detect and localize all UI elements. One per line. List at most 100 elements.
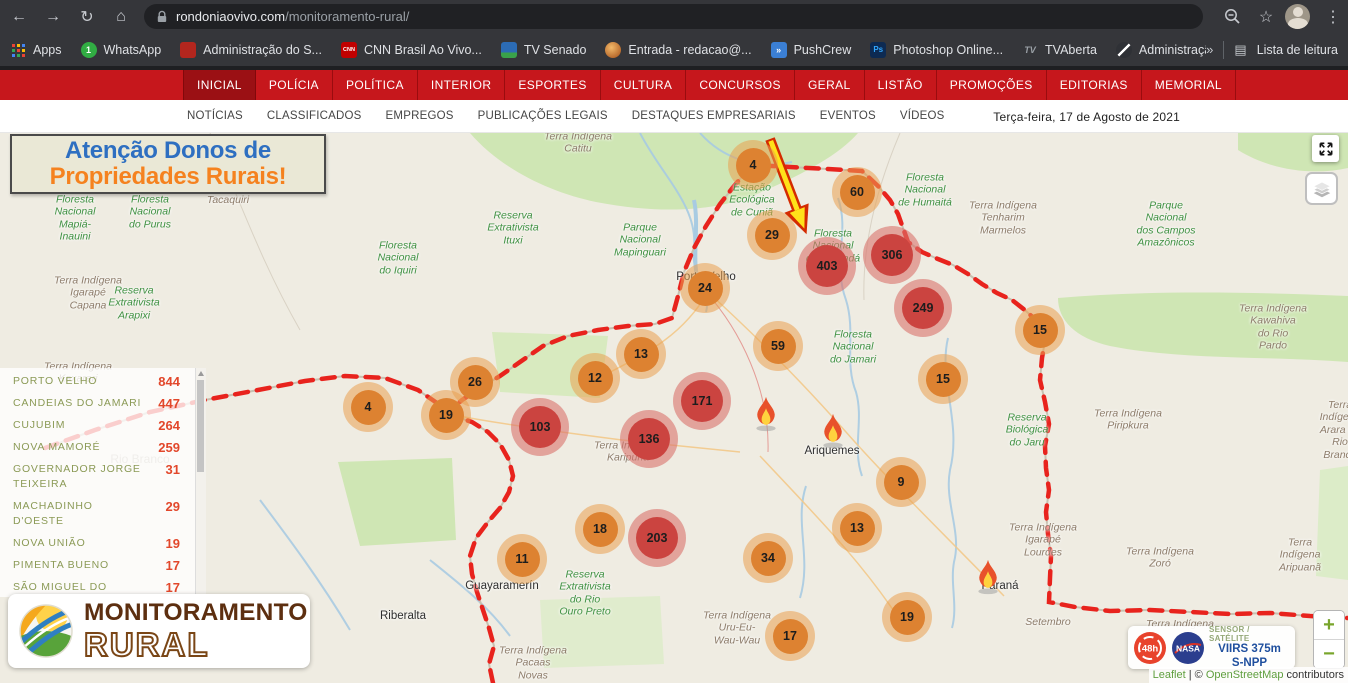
fire-count: 29	[166, 499, 180, 514]
badge-48h-text: 48h	[1142, 643, 1159, 654]
reading-list-label[interactable]: Lista de leitura	[1257, 43, 1338, 57]
fire-cluster-marker[interactable]: 12	[570, 353, 620, 403]
attribution-contributors: contributors	[1283, 669, 1344, 681]
primary-nav-item[interactable]: GERAL	[795, 70, 865, 100]
bookmarks-overflow-chevron-icon[interactable]: »	[1206, 42, 1213, 57]
map-area[interactable]: Terra Indígena CatituFloresta Nacional M…	[0, 133, 1348, 683]
list-scrollbar[interactable]	[195, 368, 206, 597]
fire-cluster-marker[interactable]: 11	[497, 534, 547, 584]
layers-button[interactable]	[1305, 172, 1338, 205]
fire-marker[interactable]	[974, 558, 1002, 600]
bookmark-item[interactable]: TVTVAberta	[1022, 42, 1097, 58]
primary-nav-item[interactable]: INICIAL	[183, 70, 256, 100]
back-button[interactable]: ←	[4, 4, 34, 30]
fire-marker[interactable]	[752, 395, 780, 437]
fire-cluster-marker[interactable]: 19	[421, 390, 471, 440]
bookmark-label: Administração do S...	[1139, 43, 1206, 57]
fire-cluster-marker[interactable]: 60	[832, 167, 882, 217]
bookmark-item[interactable]: 1WhatsApp	[81, 42, 162, 58]
cluster-count: 59	[761, 329, 796, 364]
fire-marker[interactable]	[819, 412, 847, 454]
zoom-indicator-icon[interactable]	[1217, 4, 1247, 30]
leaflet-link[interactable]: Leaflet	[1153, 669, 1186, 681]
primary-nav-item[interactable]: EDITORIAS	[1047, 70, 1142, 100]
fire-cluster-marker[interactable]: 17	[765, 611, 815, 661]
bookmark-item[interactable]: CNNCNN Brasil Ao Vivo...	[341, 42, 482, 58]
fire-cluster-marker[interactable]: 13	[616, 329, 666, 379]
forward-button[interactable]: →	[38, 4, 68, 30]
fire-cluster-marker[interactable]: 4	[728, 140, 778, 190]
primary-nav-item[interactable]: LISTÃO	[865, 70, 937, 100]
fire-cluster-marker[interactable]: 103	[511, 398, 569, 456]
secondary-nav-item[interactable]: VÍDEOS	[900, 110, 945, 122]
sensor-card-title: SENSOR / SATÉLITE	[1209, 625, 1290, 643]
city-fire-row[interactable]: PORTO VELHO844	[0, 374, 206, 389]
openstreetmap-link[interactable]: OpenStreetMap	[1206, 669, 1284, 681]
secondary-nav-item[interactable]: PUBLICAÇÕES LEGAIS	[478, 110, 608, 122]
bookmark-star-button[interactable]: ☆	[1251, 4, 1281, 30]
bookmark-item[interactable]: TV Senado	[501, 42, 587, 58]
fullscreen-button[interactable]	[1312, 135, 1339, 162]
site-favicon-red-icon	[180, 42, 196, 58]
secondary-nav-item[interactable]: DESTAQUES EMPRESARIAIS	[632, 110, 796, 122]
scrollbar-thumb[interactable]	[197, 380, 204, 472]
secondary-nav-item[interactable]: EMPREGOS	[386, 110, 454, 122]
pushcrew-icon: »	[771, 42, 787, 58]
fire-cluster-marker[interactable]: 171	[673, 372, 731, 430]
fire-cluster-marker[interactable]: 59	[753, 321, 803, 371]
city-name: PORTO VELHO	[13, 374, 97, 389]
primary-nav-item[interactable]: PROMOÇÕES	[937, 70, 1047, 100]
profile-avatar[interactable]	[1285, 4, 1310, 29]
fire-cluster-marker[interactable]: 249	[894, 279, 952, 337]
secondary-nav-item[interactable]: EVENTOS	[820, 110, 876, 122]
primary-nav-item[interactable]: CULTURA	[601, 70, 687, 100]
fire-cluster-marker[interactable]: 34	[743, 533, 793, 583]
scroll-up-icon[interactable]	[198, 371, 204, 376]
whatsapp-badge-icon: 1	[81, 42, 97, 58]
secondary-nav-item[interactable]: NOTÍCIAS	[187, 110, 243, 122]
fire-cluster-marker[interactable]: 18	[575, 504, 625, 554]
primary-nav-item[interactable]: ESPORTES	[505, 70, 600, 100]
fire-cluster-marker[interactable]: 4	[343, 382, 393, 432]
bookmark-item[interactable]: Entrada - redacao@...	[605, 42, 751, 58]
primary-nav-item[interactable]: CONCURSOS	[686, 70, 795, 100]
zoom-in-button[interactable]: +	[1314, 611, 1344, 639]
fire-cluster-marker[interactable]: 136	[620, 410, 678, 468]
city-fire-row[interactable]: PIMENTA BUENO17	[0, 558, 206, 573]
fire-cluster-marker[interactable]: 24	[680, 263, 730, 313]
fire-cluster-marker[interactable]: 15	[1015, 305, 1065, 355]
address-bar[interactable]: rondoniaovivo.com/monitoramento-rural/	[144, 4, 1203, 29]
fire-cluster-marker[interactable]: 306	[863, 226, 921, 284]
fire-cluster-marker[interactable]: 19	[882, 592, 932, 642]
city-fire-row[interactable]: CANDEIAS DO JAMARI447	[0, 396, 206, 411]
secondary-nav-item[interactable]: CLASSIFICADOS	[267, 110, 362, 122]
bookmark-item[interactable]: PsPhotoshop Online...	[870, 42, 1003, 58]
bookmark-item[interactable]: Apps	[10, 42, 62, 58]
city-fire-row[interactable]: NOVA UNIÃO19	[0, 536, 206, 551]
primary-nav-item[interactable]: POLÍTICA	[333, 70, 418, 100]
bookmark-item[interactable]: Administração do S...	[1116, 42, 1206, 58]
bookmark-item[interactable]: »PushCrew	[771, 42, 852, 58]
reload-button[interactable]: ↻	[72, 4, 102, 30]
fire-cluster-marker[interactable]: 15	[918, 354, 968, 404]
fire-cluster-marker[interactable]: 403	[798, 237, 856, 295]
primary-nav-item[interactable]: POLÍCIA	[256, 70, 333, 100]
fire-cluster-marker[interactable]: 203	[628, 509, 686, 567]
bookmark-item[interactable]: Administração do S...	[180, 42, 322, 58]
primary-nav-item[interactable]: MEMORIAL	[1142, 70, 1236, 100]
cluster-count: 19	[890, 600, 925, 635]
home-button[interactable]: ⌂	[106, 4, 136, 30]
zoom-out-button[interactable]: −	[1314, 639, 1344, 668]
fire-cluster-marker[interactable]: 9	[876, 457, 926, 507]
city-fire-row[interactable]: MACHADINHO D'OESTE29	[0, 499, 206, 529]
city-fire-row[interactable]: CUJUBIM264	[0, 418, 206, 433]
fire-count: 19	[166, 536, 180, 551]
primary-nav-item[interactable]: INTERIOR	[418, 70, 506, 100]
cluster-count: 24	[688, 271, 723, 306]
city-fire-row[interactable]: GOVERNADOR JORGE TEIXEIRA31	[0, 462, 206, 492]
fire-cluster-marker[interactable]: 13	[832, 503, 882, 553]
logo-line1: MONITORAMENTO	[84, 601, 308, 626]
fire-cluster-marker[interactable]: 29	[747, 210, 797, 260]
city-fire-row[interactable]: NOVA MAMORÉ259	[0, 440, 206, 455]
browser-menu-button[interactable]: ⋮	[1318, 4, 1348, 30]
